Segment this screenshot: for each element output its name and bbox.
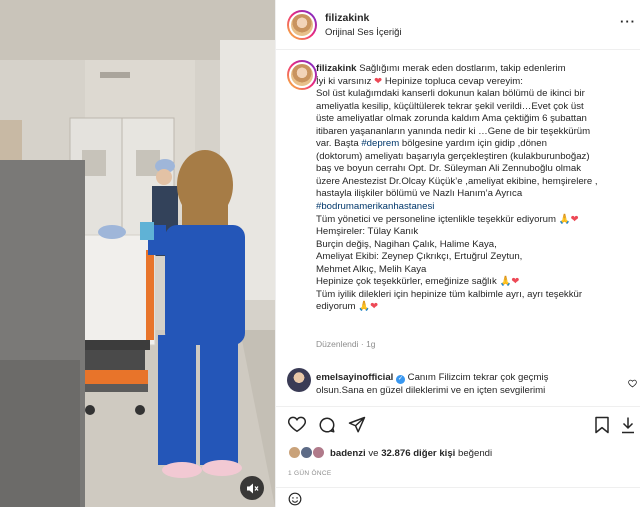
download-icon[interactable] — [620, 416, 636, 439]
comment-text: emelsayinofficial ✓ Canım Filizcim tekra… — [316, 372, 549, 396]
audio-label[interactable]: Orijinal Ses İçeriği — [325, 27, 402, 38]
action-bar — [276, 406, 640, 442]
likes-count-link[interactable]: 32.876 diğer kişi — [381, 448, 455, 459]
post-header: filizakink Orijinal Ses İçeriği ··· — [276, 0, 640, 50]
more-options-button[interactable]: ··· — [620, 14, 636, 29]
bookmark-icon[interactable] — [594, 416, 610, 439]
comment-like-heart-icon[interactable] — [628, 375, 637, 393]
share-icon[interactable] — [348, 416, 366, 439]
pray-emoji: 🙏 — [499, 276, 512, 288]
heart-emoji: ❤ — [370, 301, 379, 313]
speaker-muted-icon[interactable] — [240, 476, 264, 500]
hospital-corridor-scene — [0, 0, 275, 507]
pray-emoji: 🙏 — [358, 301, 371, 313]
hashtag-deprem[interactable]: #deprem — [361, 138, 399, 149]
likes-text: badenzi ve 32.876 diğer kişi beğendi — [330, 448, 493, 459]
hashtag-bodrumamerikanhastanesi[interactable]: #bodrumamerikanhastanesi — [316, 201, 434, 212]
verified-badge-icon: ✓ — [396, 375, 405, 384]
edited-label: Düzenlendi · 1g — [316, 339, 376, 349]
pray-emoji: 🙏 — [558, 213, 571, 225]
smiley-icon[interactable] — [288, 492, 302, 507]
heart-emoji: ❤ — [374, 75, 383, 87]
post-caption: filizakink Sağlığımı merak eden dostları… — [316, 63, 598, 313]
comment-icon[interactable] — [318, 416, 336, 439]
add-comment-bar — [276, 487, 640, 507]
commenter-username[interactable]: emelsayinofficial — [316, 372, 393, 383]
likes-summary: badenzi ve 32.876 diğer kişi beğendi — [276, 442, 640, 464]
author-avatar[interactable] — [287, 10, 317, 40]
post-panel: filizakink Orijinal Ses İçeriği ··· fili… — [275, 0, 640, 507]
commenter-avatar[interactable] — [287, 368, 311, 392]
caption-username[interactable]: filizakink — [316, 63, 357, 74]
author-username[interactable]: filizakink — [325, 12, 369, 24]
heart-emoji: ❤ — [511, 276, 520, 288]
heart-emoji: ❤ — [570, 213, 579, 225]
post-video[interactable] — [0, 0, 275, 507]
heart-icon[interactable] — [287, 416, 307, 438]
first-liker[interactable]: badenzi — [330, 448, 366, 459]
liker-avatar[interactable] — [312, 446, 325, 459]
caption-area: filizakink Sağlığımı merak eden dostları… — [276, 50, 640, 400]
caption-avatar[interactable] — [287, 60, 317, 90]
post-timestamp[interactable]: 1 GÜN ÖNCE — [288, 470, 331, 477]
comment-item: emelsayinofficial ✓ Canım Filizcim tekra… — [276, 367, 640, 407]
